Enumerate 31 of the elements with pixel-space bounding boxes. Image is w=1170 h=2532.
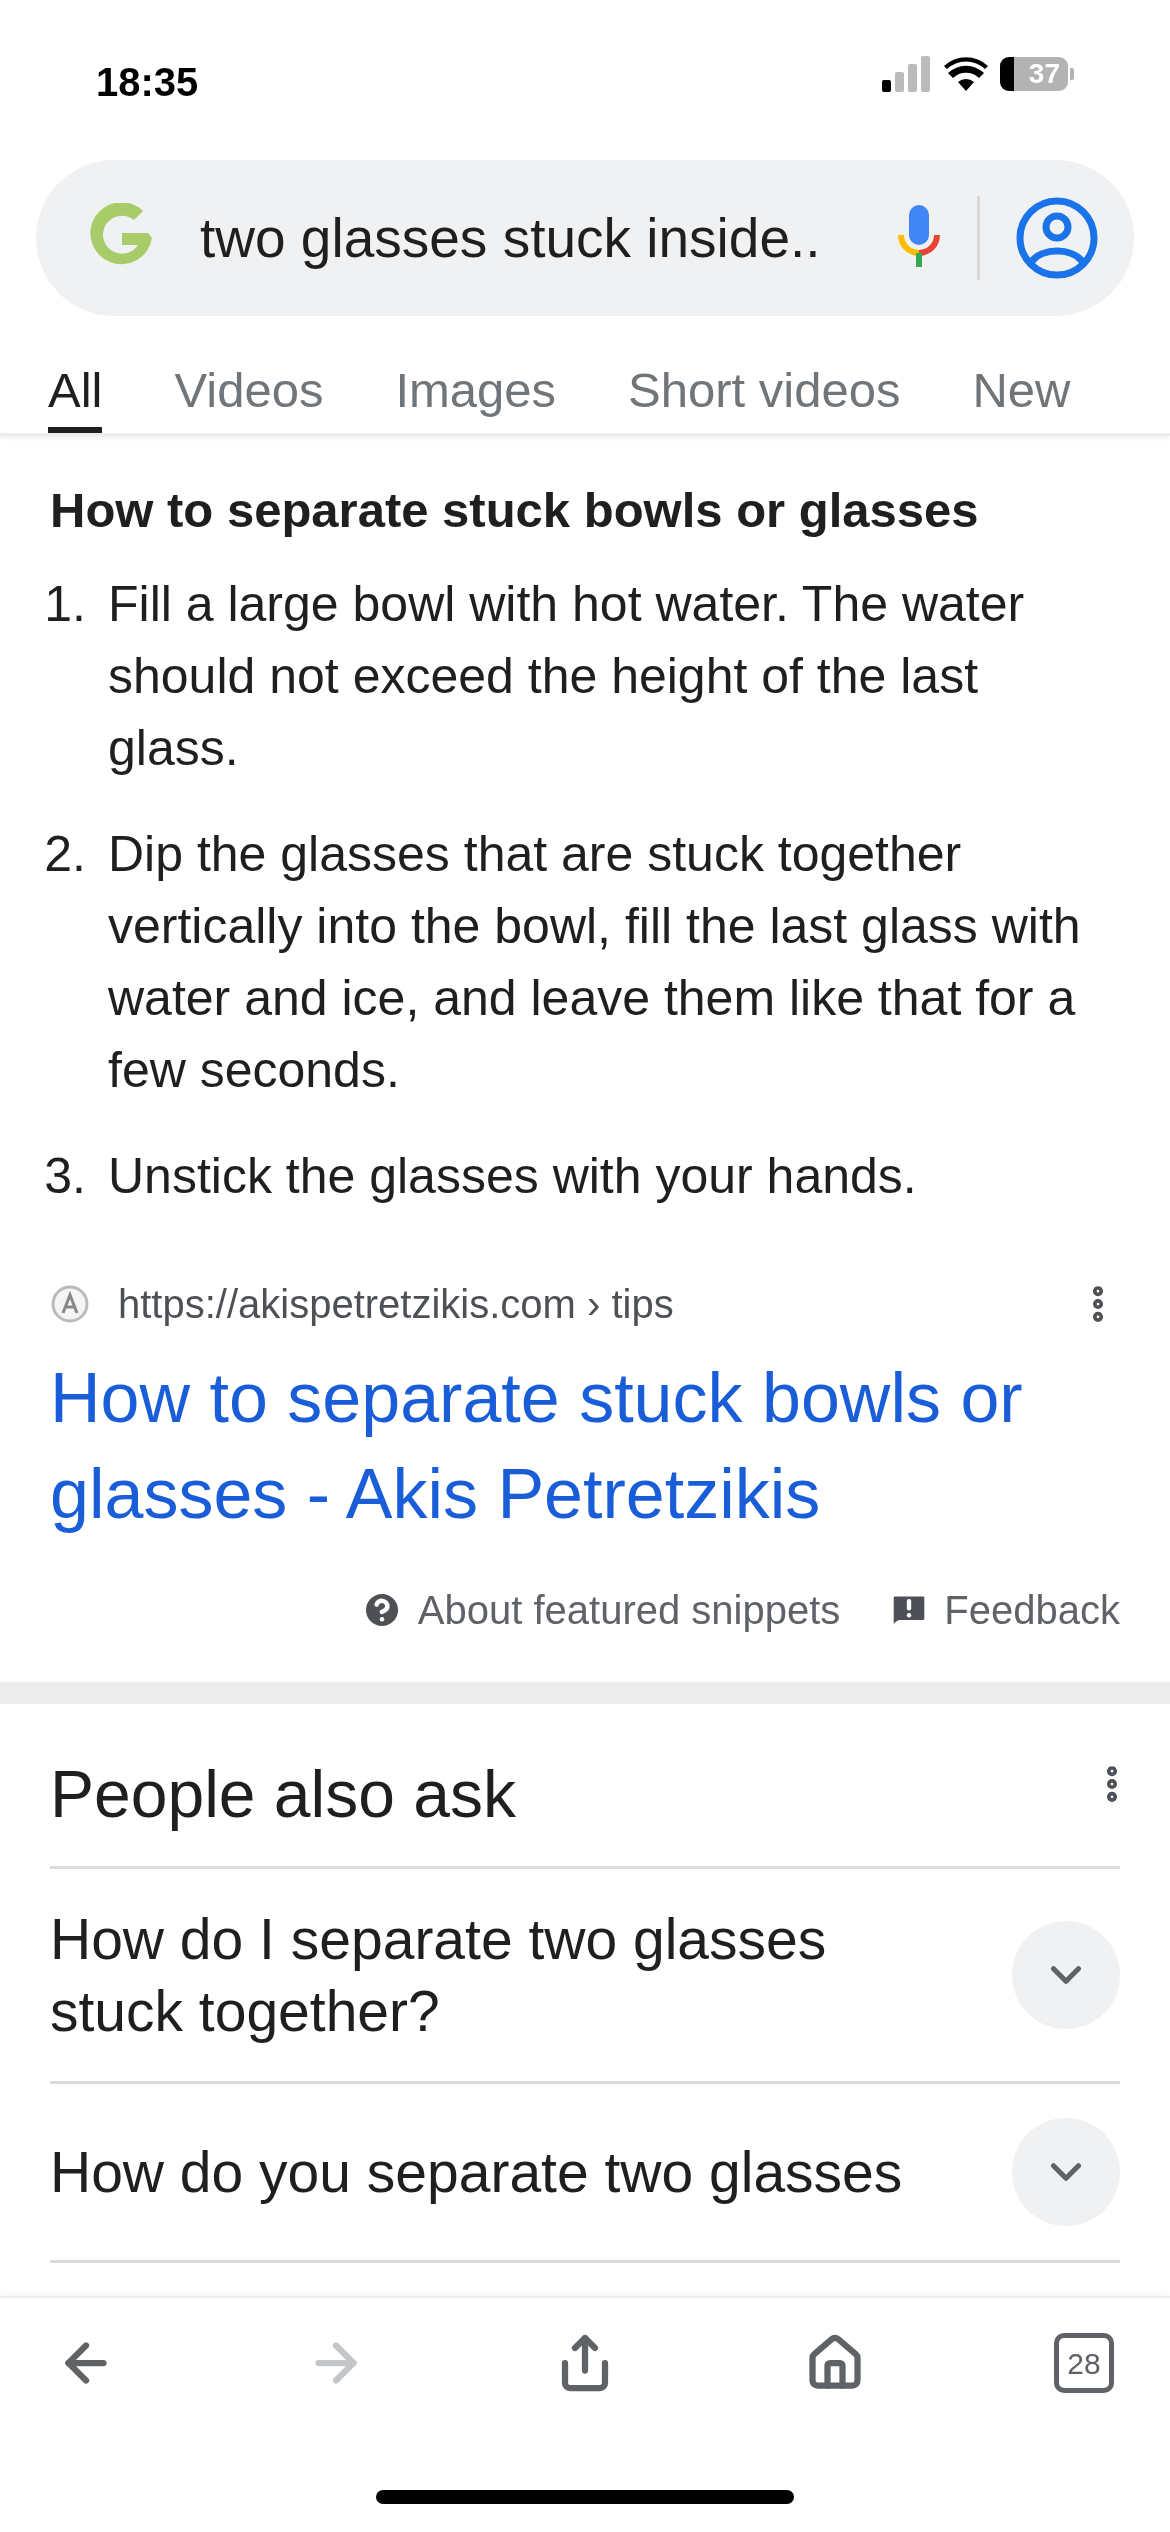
- step-number: 1.: [43, 575, 87, 634]
- question-text: How do I separate two glasses stuck together?: [50, 1906, 828, 2045]
- about-snippets-button[interactable]: About featured snippets: [359, 1580, 841, 1640]
- source-url: https://akispetretzikis.com › tips: [118, 1281, 675, 1328]
- battery-percent: 37: [1028, 57, 1060, 91]
- snippet-heading: How to separate stuck bowls or glasses: [50, 482, 980, 539]
- search-tab[interactable]: Images: [395, 354, 557, 433]
- wifi-icon: [944, 57, 988, 91]
- battery-fill: [1000, 57, 1014, 91]
- step-text: Unstick the glasses with your hands.: [108, 1147, 918, 1206]
- signal-icon: [882, 56, 932, 92]
- feedback-button[interactable]: Feedback: [888, 1580, 1120, 1640]
- step-number: 3.: [43, 1147, 87, 1206]
- search-tab[interactable]: New: [972, 354, 1071, 433]
- account-icon[interactable]: [1016, 197, 1098, 279]
- section-heading: People also ask: [50, 1756, 516, 1833]
- step-text: Fill a large bowl with hot water. The water should not exceed the height of the last glass.: [108, 575, 1026, 778]
- site-icon: [50, 1284, 90, 1324]
- tabs-count-button[interactable]: 28: [1054, 2333, 1114, 2393]
- search-bar[interactable]: two glasses stuck inside..: [36, 160, 1134, 316]
- search-tab[interactable]: All: [48, 354, 103, 433]
- status-time: 18:35: [96, 59, 199, 106]
- step-number: 2.: [43, 825, 87, 884]
- search-tab[interactable]: Short videos: [628, 354, 901, 433]
- result-title-link[interactable]: How to separate stuck bowls or glasses - Akis Petretzikis: [50, 1350, 1120, 1542]
- step-text: Dip the glasses that are stuck together vertically into the bowl, fill the last glass with water and ice, and leave them like that for a few seconds.: [108, 825, 1082, 1100]
- search-query: two glasses stuck inside..: [200, 205, 822, 271]
- question-row[interactable]: How do you separate two glasses: [50, 2084, 1120, 2263]
- question-row[interactable]: How do I separate two glasses stuck together?: [50, 1869, 1120, 2084]
- question-text: How do you separate two glasses: [50, 2139, 904, 2206]
- search-tab[interactable]: Videos: [174, 354, 324, 433]
